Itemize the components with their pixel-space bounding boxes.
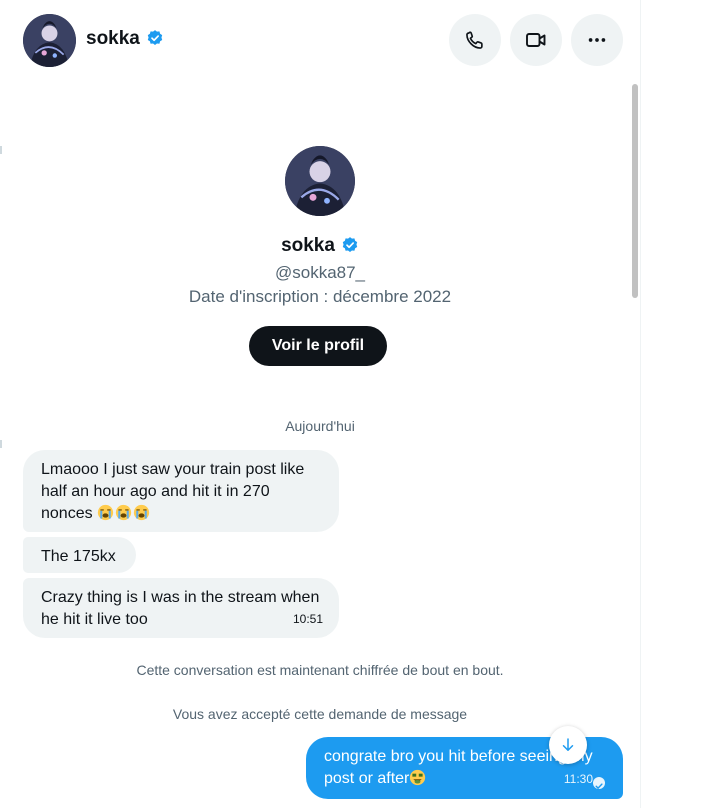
right-empty-area bbox=[641, 0, 702, 808]
message-bubble-received[interactable]: The 175kx bbox=[23, 537, 136, 573]
loudly-crying-face-emoji bbox=[97, 504, 115, 522]
conversation-header: sokka bbox=[0, 0, 640, 80]
edge-tick bbox=[0, 440, 2, 448]
header-title[interactable]: sokka bbox=[86, 28, 164, 53]
message-text: Lmaooo I just saw your train post like h… bbox=[41, 461, 305, 522]
profile-avatar[interactable] bbox=[285, 146, 355, 216]
profile-name-text: sokka bbox=[281, 235, 335, 256]
avatar[interactable] bbox=[23, 14, 76, 67]
read-receipt-check-icon bbox=[593, 777, 605, 790]
message-text: Crazy thing is I was in the stream when … bbox=[41, 589, 320, 628]
day-separator: Aujourd'hui bbox=[285, 418, 355, 434]
arrow-down-icon bbox=[562, 738, 574, 751]
loudly-crying-face-emoji bbox=[133, 504, 151, 522]
message-text: The 175kx bbox=[41, 548, 116, 565]
view-profile-button[interactable]: Voir le profil bbox=[249, 326, 387, 366]
more-options-button[interactable] bbox=[571, 14, 623, 66]
message-bubble-received[interactable]: Crazy thing is I was in the stream when … bbox=[23, 578, 339, 638]
profile-join-date: Date d'inscription : décembre 2022 bbox=[188, 287, 452, 306]
avatar-image bbox=[285, 146, 355, 216]
scroll-to-bottom-button[interactable] bbox=[549, 726, 587, 764]
profile-handle: @sokka87_ bbox=[274, 263, 366, 282]
encryption-notice: Cette conversation est maintenant chiffr… bbox=[136, 662, 504, 678]
verified-badge-icon bbox=[146, 29, 164, 53]
message-bubble-received[interactable]: Lmaooo I just saw your train post like h… bbox=[23, 450, 339, 532]
message-timestamp: 10:51 bbox=[292, 612, 323, 626]
money-mouth-face-emoji bbox=[409, 769, 427, 787]
more-icon bbox=[588, 38, 606, 42]
video-icon bbox=[526, 33, 546, 47]
left-edge bbox=[0, 0, 5, 808]
profile-summary: sokka @sokka87_ Date d'inscription : déc… bbox=[0, 140, 640, 366]
avatar-image bbox=[23, 14, 76, 67]
loudly-crying-face-emoji bbox=[115, 504, 133, 522]
header-name-text: sokka bbox=[86, 28, 140, 49]
verified-badge-icon bbox=[341, 236, 359, 260]
profile-name: sokka bbox=[0, 235, 640, 260]
phone-icon bbox=[466, 31, 483, 49]
phone-call-button[interactable] bbox=[449, 14, 501, 66]
message-timestamp: 11:30 bbox=[563, 772, 593, 786]
request-accepted-notice: Vous avez accepté cette demande de messa… bbox=[172, 706, 468, 722]
video-call-button[interactable] bbox=[510, 14, 562, 66]
